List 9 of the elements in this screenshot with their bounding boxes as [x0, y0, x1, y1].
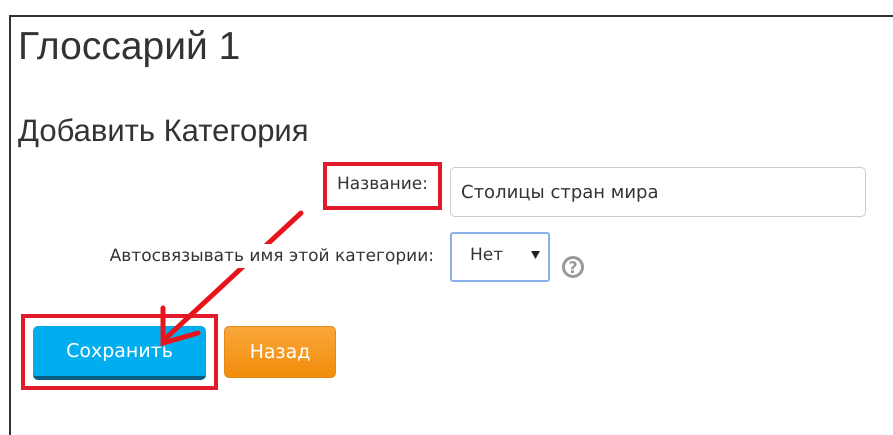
back-button[interactable]: Назад	[224, 326, 336, 378]
field-label: Автосвязывать имя этой категории:	[110, 244, 434, 268]
help-icon[interactable]: ?	[562, 256, 584, 278]
form-title: Добавить Категория	[18, 113, 310, 150]
caret-icon	[531, 251, 540, 259]
save-button[interactable]: Сохранить	[33, 326, 206, 380]
input-field[interactable]: Столицы стран мира	[450, 167, 866, 217]
select-field[interactable]: Нет	[450, 232, 550, 282]
page-title: Глоссарий 1	[18, 25, 242, 70]
